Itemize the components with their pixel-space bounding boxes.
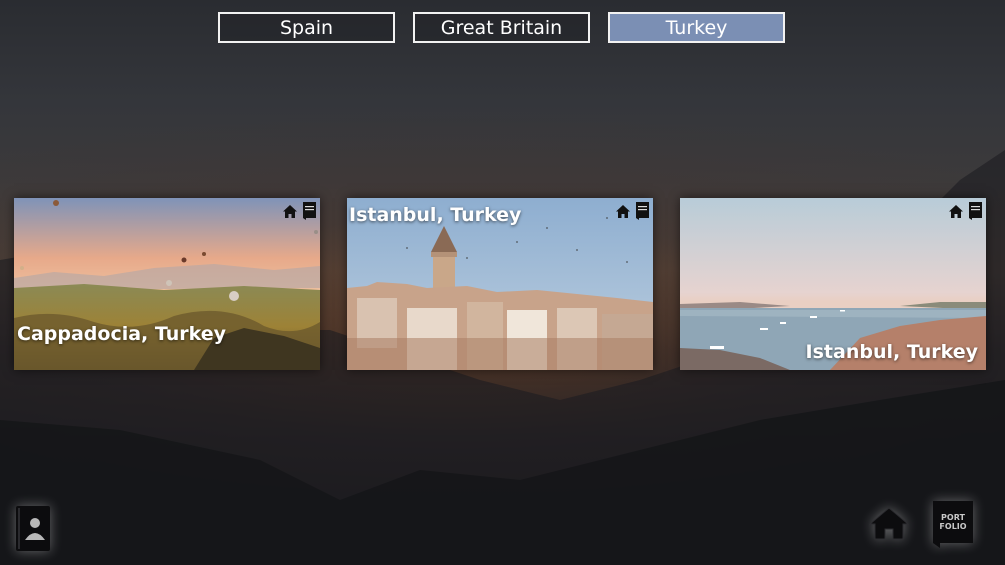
photo-card-cappadocia[interactable]: Cappadocia, Turkey [14,198,320,370]
card-title: Istanbul, Turkey [349,204,522,226]
card-icons [616,202,649,220]
card-icons [283,202,316,220]
tab-turkey[interactable]: Turkey [608,12,785,43]
portfolio-icon[interactable] [636,202,649,220]
portfolio-button[interactable]: PORT FOLIO [933,501,975,548]
card-icons [949,202,982,220]
portfolio-icon[interactable] [969,202,982,220]
home-icon[interactable] [616,204,630,218]
home-icon[interactable] [283,204,297,218]
photo-card-istanbul-bosphorus[interactable]: Istanbul, Turkey [680,198,986,370]
photo-card-istanbul-galata[interactable]: Istanbul, Turkey [347,198,653,370]
card-title: Cappadocia, Turkey [17,323,227,345]
home-icon[interactable] [869,506,909,540]
portfolio-icon[interactable] [303,202,316,220]
tab-spain[interactable]: Spain [218,12,395,43]
contact-book-icon[interactable] [16,506,50,551]
home-icon[interactable] [949,204,963,218]
country-tabs: Spain Great Britain Turkey [218,12,785,43]
card-title: Istanbul, Turkey [805,341,978,363]
portfolio-label: PORT FOLIO [939,513,967,531]
tab-great-britain[interactable]: Great Britain [413,12,590,43]
